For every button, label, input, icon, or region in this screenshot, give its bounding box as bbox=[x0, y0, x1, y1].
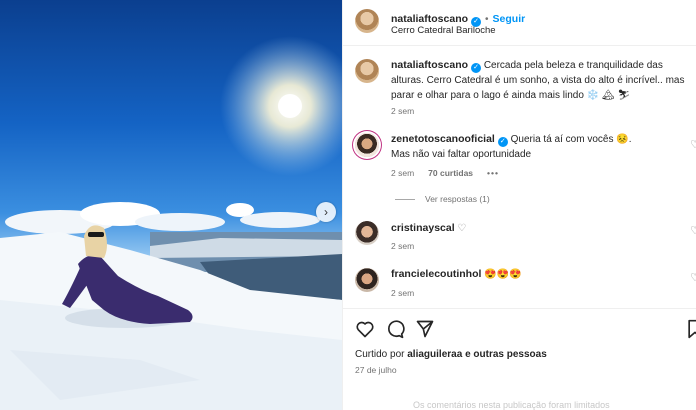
comment: francielecoutinhol 😍😍😍 bbox=[391, 267, 522, 282]
comment-username[interactable]: zenetotoscanooficial bbox=[391, 133, 495, 145]
comment: cristinayscal ♡ bbox=[391, 221, 466, 236]
comment-text-line2: Mas não vai faltar oportunidade bbox=[391, 149, 532, 160]
caption: nataliaftoscano ✓ Cercada pela beleza e t… bbox=[391, 58, 691, 103]
comment-username[interactable]: cristinayscal bbox=[391, 222, 455, 234]
bookmark-icon[interactable] bbox=[685, 319, 696, 339]
verified-badge-icon: ✓ bbox=[471, 63, 482, 73]
comment-time[interactable]: 2 sem bbox=[391, 168, 414, 178]
snow-mountain-scene bbox=[0, 36, 342, 410]
comment-time[interactable]: 2 sem bbox=[391, 241, 414, 251]
author-username[interactable]: nataliaftoscano bbox=[391, 13, 468, 25]
comment-like-icon[interactable]: ♡ bbox=[690, 138, 696, 151]
author-avatar[interactable] bbox=[355, 9, 379, 33]
comment-text: 😍😍😍 bbox=[484, 269, 522, 280]
commenter-avatar[interactable] bbox=[355, 133, 379, 157]
comment-more-options[interactable]: ••• bbox=[487, 168, 499, 178]
carousel-next-button[interactable]: › bbox=[316, 202, 336, 222]
view-replies-label: Ver respostas (1) bbox=[425, 194, 490, 204]
comment-icon[interactable] bbox=[385, 319, 405, 339]
comment-like-icon[interactable]: ♡ bbox=[690, 271, 696, 284]
comment-meta: 2 sem 70 curtidas ••• bbox=[391, 168, 499, 178]
separator-dot: • bbox=[485, 14, 489, 25]
comment: zenetotoscanooficial ✓ Queria tá aí com v… bbox=[391, 132, 687, 162]
heart-icon[interactable] bbox=[355, 319, 375, 339]
comment-likes-count[interactable]: 70 curtidas bbox=[428, 168, 473, 178]
post-date[interactable]: 27 de julho bbox=[355, 365, 397, 375]
comment-text: ♡ bbox=[457, 223, 467, 234]
commenter-avatar[interactable] bbox=[355, 221, 379, 245]
comment-like-icon[interactable]: ♡ bbox=[690, 224, 696, 237]
caption-username[interactable]: nataliaftoscano bbox=[391, 59, 468, 71]
post-sidebar: nataliaftoscano ✓ • Seguir Cerro Catedral B… bbox=[342, 0, 696, 410]
post-photo[interactable]: › bbox=[0, 0, 342, 410]
verified-badge-icon: ✓ bbox=[497, 137, 508, 147]
comment-text: Queria tá aí com vocês 😣. bbox=[510, 134, 632, 145]
follow-button[interactable]: Seguir bbox=[493, 13, 526, 25]
post-location[interactable]: Cerro Catedral Bariloche bbox=[391, 25, 496, 36]
liked-by: Curtido por aliaguileraa e outras pessoa… bbox=[355, 349, 547, 360]
post-actions: Curtido por aliaguileraa e outras pessoa… bbox=[343, 308, 696, 410]
replies-divider-line bbox=[395, 199, 415, 201]
caption-avatar[interactable] bbox=[355, 59, 379, 83]
liked-by-suffix[interactable]: e outras pessoas bbox=[465, 349, 547, 360]
post-header: nataliaftoscano ✓ • Seguir Cerro Catedral B… bbox=[343, 0, 696, 46]
chevron-right-icon: › bbox=[324, 205, 328, 219]
view-replies-button[interactable]: Ver respostas (1) bbox=[395, 194, 490, 204]
send-icon[interactable] bbox=[415, 319, 435, 339]
comment-time[interactable]: 2 sem bbox=[391, 288, 414, 298]
liked-by-user[interactable]: aliaguileraa bbox=[407, 349, 462, 360]
caption-time[interactable]: 2 sem bbox=[391, 106, 414, 116]
commenter-avatar[interactable] bbox=[355, 268, 379, 292]
liked-by-prefix: Curtido por bbox=[355, 349, 405, 360]
comment-username[interactable]: francielecoutinhol bbox=[391, 268, 481, 280]
comments-limited-notice: Os comentários nesta publicação foram li… bbox=[413, 400, 610, 410]
